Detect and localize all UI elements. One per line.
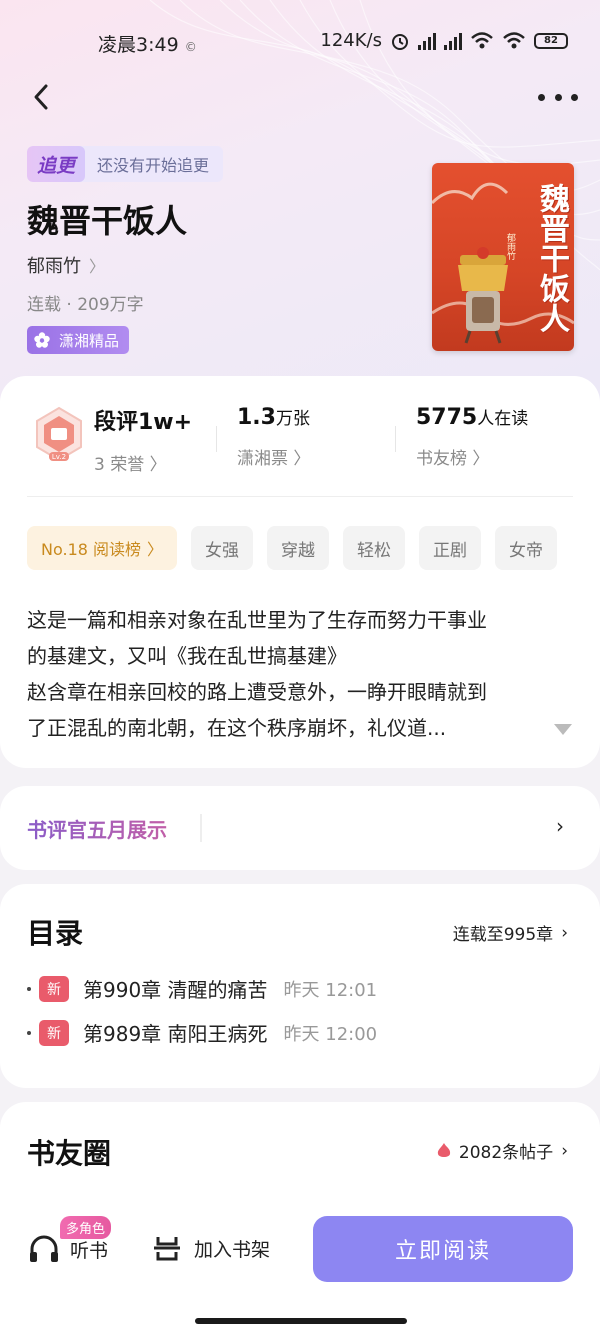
chevron-right-icon: 〉 bbox=[89, 257, 106, 276]
bookshelf-icon bbox=[154, 1237, 180, 1261]
cover-author: 郁雨竹 bbox=[505, 233, 515, 260]
genre-tag[interactable]: 正剧 bbox=[419, 526, 482, 570]
book-description[interactable]: 这是一篇和相亲对象在乱世里为了生存而努力干事业 的基建文，又叫《我在乱世搞基建》… bbox=[27, 602, 575, 746]
flower-icon bbox=[34, 332, 50, 348]
ticket-stat[interactable]: 1.3万张 潇湘票 〉 bbox=[237, 404, 310, 469]
rank-tag[interactable]: No.18 阅读榜〉 bbox=[27, 526, 178, 570]
net-speed: 124K/s bbox=[320, 30, 382, 51]
ticket-value: 1.3万张 bbox=[237, 405, 310, 430]
battery-icon: 82 bbox=[534, 32, 568, 49]
divider bbox=[200, 814, 202, 842]
new-badge: 新 bbox=[39, 1019, 69, 1046]
community-title: 书友圈 bbox=[27, 1137, 112, 1170]
tag-row: No.18 阅读榜〉 女强 穿越 轻松 正剧 女帝 bbox=[27, 526, 558, 570]
divider bbox=[216, 426, 217, 452]
book-status: 连载 · 209万字 bbox=[27, 295, 144, 315]
dot-icon bbox=[538, 93, 545, 101]
reader-stat[interactable]: 5775人在读 书友榜 〉 bbox=[416, 404, 528, 469]
reader-sub: 书友榜 〉 bbox=[416, 449, 490, 469]
chevron-right-icon: › bbox=[556, 814, 564, 838]
status-icons: 124K/s 82 bbox=[320, 30, 568, 51]
cover-title: 魏晋干饭人 bbox=[534, 183, 569, 333]
genre-tag[interactable]: 女强 bbox=[191, 526, 254, 570]
wifi-icon bbox=[503, 31, 525, 48]
genre-tag[interactable]: 穿越 bbox=[267, 526, 330, 570]
reviewer-banner[interactable]: 书评官五月展示 › bbox=[0, 786, 600, 870]
add-shelf-button[interactable]: 加入书架 bbox=[152, 1234, 270, 1262]
flame-icon bbox=[437, 1142, 451, 1157]
alarm-icon bbox=[392, 33, 408, 50]
chapter-item[interactable]: 新 第989章 南阳王病死 昨天 12:00 bbox=[27, 1018, 377, 1047]
dot-icon bbox=[571, 93, 578, 101]
dot-icon bbox=[554, 93, 562, 101]
chapter-name: 第990章 清醒的痛苦 bbox=[83, 978, 268, 1002]
bullet bbox=[27, 986, 31, 991]
review-sub: 3 荣誉 〉 bbox=[94, 455, 167, 475]
review-stat[interactable]: 段评1w+ 3 荣誉 〉 bbox=[94, 404, 192, 475]
bottom-action-bar: 多角色 听书 加入书架 立即阅读 bbox=[0, 1190, 600, 1333]
quality-badge: 潇湘精品 bbox=[27, 326, 130, 354]
chevron-left-icon bbox=[34, 84, 48, 110]
toc-card: 目录 连载至995章 › 新 第990章 清醒的痛苦 昨天 12:01 新 第98… bbox=[0, 884, 600, 1088]
chevron-right-icon: 〉 bbox=[147, 540, 164, 559]
read-now-button[interactable]: 立即阅读 bbox=[313, 1216, 573, 1282]
book-cover[interactable]: 魏晋干饭人 郁雨竹 bbox=[432, 163, 574, 351]
status-time: 凌晨3:49 © bbox=[98, 34, 197, 56]
follow-tag: 追更 bbox=[27, 146, 86, 182]
follow-button[interactable]: 追更 还没有开始追更 bbox=[27, 146, 224, 182]
book-title: 魏晋干饭人 bbox=[27, 202, 188, 240]
book-info-card: Lv.2 段评1w+ 3 荣誉 〉 1.3万张 潇湘票 〉 5775人在读 书友… bbox=[0, 376, 600, 768]
description-line: 这是一篇和相亲对象在乱世里为了生存而努力干事业 bbox=[27, 608, 487, 632]
headphones-icon bbox=[30, 1235, 58, 1262]
genre-tag[interactable]: 女帝 bbox=[495, 526, 558, 570]
chapter-time: 昨天 12:00 bbox=[283, 1023, 378, 1045]
description-line: 赵含章在相亲回校的路上遭受意外，一睁开眼睛就到 bbox=[27, 680, 487, 704]
posts-link[interactable]: 2082条帖子 › bbox=[437, 1138, 568, 1163]
svg-text:Lv.2: Lv.2 bbox=[52, 453, 66, 461]
back-button[interactable] bbox=[28, 80, 58, 114]
signal-icon bbox=[444, 32, 462, 50]
description-line: 的基建文，又叫《我在乱世搞基建》 bbox=[27, 644, 347, 668]
chapter-time: 昨天 12:01 bbox=[283, 979, 378, 1001]
new-badge: 新 bbox=[39, 975, 69, 1002]
toc-title: 目录 bbox=[27, 917, 84, 950]
chevron-right-icon: › bbox=[561, 1140, 568, 1161]
chapter-item[interactable]: 新 第990章 清醒的痛苦 昨天 12:01 bbox=[27, 974, 377, 1003]
honor-medal-icon[interactable]: Lv.2 bbox=[34, 406, 84, 464]
more-button[interactable] bbox=[536, 82, 580, 112]
follow-status: 还没有开始追更 bbox=[97, 156, 210, 175]
wifi-icon bbox=[471, 31, 493, 48]
status-bar: 凌晨3:49 © 124K/s 82 bbox=[0, 0, 600, 84]
divider bbox=[395, 426, 396, 452]
review-value: 段评1w+ bbox=[94, 410, 193, 435]
expand-arrow-icon[interactable] bbox=[554, 724, 572, 735]
listen-button[interactable]: 听书 bbox=[28, 1234, 108, 1264]
author-link[interactable]: 郁雨竹 〉 bbox=[27, 252, 105, 278]
bullet bbox=[27, 1030, 31, 1035]
banner-label: 书评官五月展示 bbox=[27, 814, 167, 843]
chevron-right-icon: › bbox=[561, 922, 568, 943]
description-line: 了正混乱的南北朝，在这个秩序崩坏，礼仪道... bbox=[27, 716, 447, 740]
toc-progress-link[interactable]: 连载至995章 › bbox=[453, 920, 568, 946]
divider bbox=[27, 496, 573, 497]
home-indicator[interactable] bbox=[195, 1318, 407, 1324]
author-name: 郁雨竹 bbox=[27, 256, 81, 277]
ticket-sub: 潇湘票 〉 bbox=[237, 449, 311, 469]
chapter-name: 第989章 南阳王病死 bbox=[83, 1022, 268, 1046]
signal-icon bbox=[418, 32, 436, 50]
genre-tag[interactable]: 轻松 bbox=[343, 526, 406, 570]
reader-value: 5775人在读 bbox=[416, 405, 529, 430]
